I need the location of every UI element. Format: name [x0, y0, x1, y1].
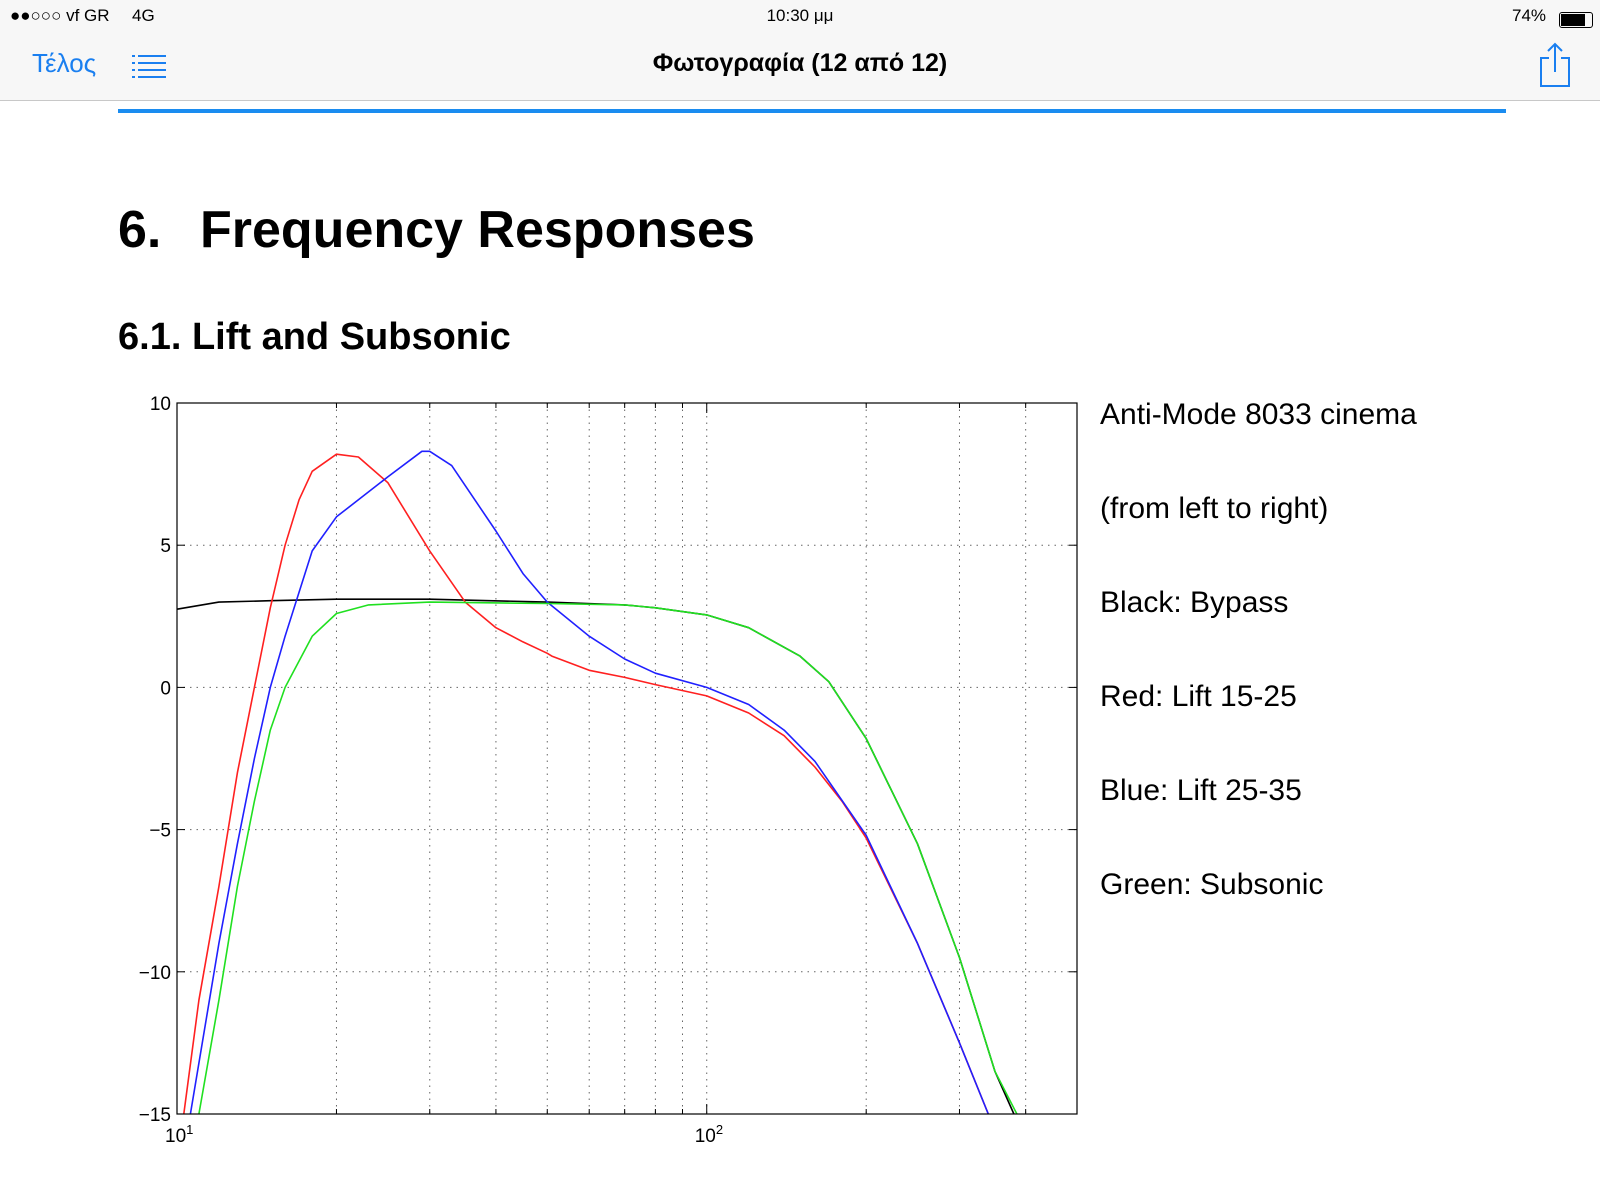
legend-line: Green: Subsonic	[1100, 868, 1324, 901]
share-icon[interactable]	[1538, 42, 1572, 88]
legend-line: Black: Bypass	[1100, 586, 1289, 619]
series-line-bypass	[176, 598, 1015, 1115]
status-bar: ●●○○○ vf GR 4G 10:30 μμ 74%	[0, 0, 1600, 34]
chart-legend-text: Anti-Mode 8033 cinema (from left to righ…	[1100, 398, 1417, 962]
plot-frame	[176, 402, 1078, 1115]
legend-line: Anti-Mode 8033 cinema	[1100, 398, 1417, 431]
legend-line: (from left to right)	[1100, 492, 1329, 525]
section-number: 6.	[118, 201, 162, 259]
y-tick-label: 5	[160, 536, 171, 557]
frequency-response-chart: 10 5 0 −5 −10 −15101 102	[139, 394, 1078, 1147]
legend-line: Blue: Lift 25-35	[1100, 774, 1302, 807]
subsection-heading: 6.1. Lift and Subsonic	[118, 316, 511, 358]
y-tick-label: 0	[160, 678, 171, 699]
y-tick-label: −10	[139, 963, 171, 984]
nav-title: Φωτογραφία (12 από 12)	[652, 49, 948, 77]
y-tick-label: −15	[139, 1105, 171, 1126]
battery-percent: 74%	[1512, 6, 1547, 25]
section-heading: 6. Frequency Responses	[118, 200, 755, 260]
nav-bar: Τέλος Φωτογραφία (12 από 12)	[0, 34, 1600, 101]
legend-line: Red: Lift 15-25	[1100, 680, 1297, 713]
x-tick-label: 102	[695, 1122, 723, 1147]
section-title: Frequency Responses	[200, 201, 755, 259]
series-line-subsonic	[198, 601, 1018, 1115]
clock: 10:30 μμ	[766, 6, 834, 25]
reading-progress-bar	[118, 109, 1506, 113]
x-tick-label: 101	[165, 1122, 193, 1147]
series-line-lift-15-25	[183, 453, 990, 1115]
y-tick-label: −5	[149, 821, 171, 842]
y-tick-label: 10	[150, 394, 171, 415]
